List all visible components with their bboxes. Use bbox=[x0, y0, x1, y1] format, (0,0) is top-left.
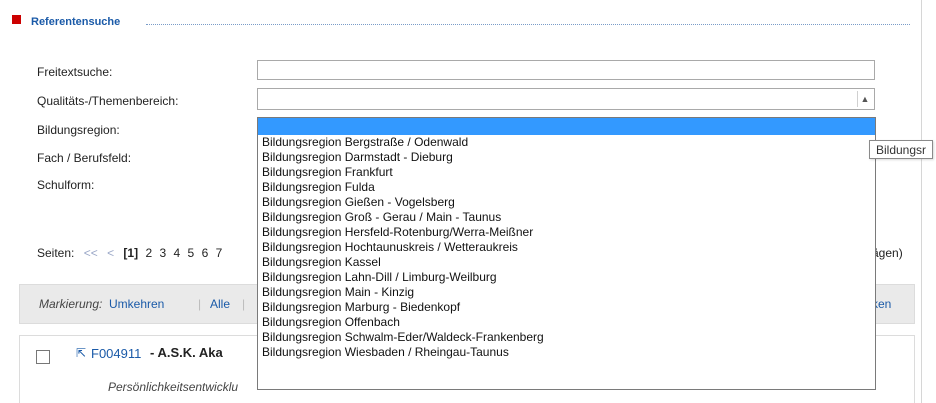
section-divider bbox=[146, 24, 910, 25]
dropdown-option[interactable]: Bildungsregion Wiesbaden / Rheingau-Taun… bbox=[258, 345, 875, 360]
result-subtitle: Persönlichkeitsentwicklu bbox=[108, 380, 239, 394]
dropdown-option[interactable]: Bildungsregion Marburg - Biedenkopf bbox=[258, 300, 875, 315]
pager-label: Seiten: bbox=[37, 246, 75, 260]
select-all-link[interactable]: Alle bbox=[210, 297, 230, 311]
result-checkbox[interactable] bbox=[36, 350, 50, 364]
region-tooltip: Bildungsr bbox=[869, 140, 934, 159]
dropdown-option[interactable]: Bildungsregion Frankfurt bbox=[258, 165, 875, 180]
pager-first-link[interactable]: << bbox=[84, 246, 98, 260]
result-title: - A.S.K. Aka bbox=[150, 345, 223, 360]
pager-current-page: [1] bbox=[123, 246, 139, 260]
schulform-label: Schulform: bbox=[37, 178, 95, 192]
dropdown-option[interactable]: Bildungsregion Darmstadt - Dieburg bbox=[258, 150, 875, 165]
dropdown-option[interactable]: Bildungsregion Lahn-Dill / Limburg-Weilb… bbox=[258, 270, 875, 285]
dropdown-option[interactable]: Bildungsregion Offenbach bbox=[258, 315, 875, 330]
pager-prev-link[interactable]: < bbox=[107, 246, 114, 260]
dropdown-option[interactable]: Bildungsregion Schwalm-Eder/Waldeck-Fran… bbox=[258, 330, 875, 345]
link-separator: | bbox=[242, 297, 246, 311]
result-title-text: A.S.K. Aka bbox=[157, 345, 223, 360]
bildungsregion-dropdown-list[interactable]: Bildungsregion Bergstraße / Odenwald Bil… bbox=[257, 117, 876, 390]
dropdown-option[interactable]: Bildungsregion Bergstraße / Odenwald bbox=[258, 135, 875, 150]
external-link-icon[interactable]: ⇱ bbox=[76, 346, 86, 360]
section-title: Referentensuche bbox=[31, 16, 121, 28]
pager-page-link[interactable]: 6 bbox=[202, 246, 209, 260]
freitext-input[interactable] bbox=[257, 60, 875, 80]
dropdown-option[interactable]: Bildungsregion Hersfeld-Rotenburg/Werra-… bbox=[258, 225, 875, 240]
pager-page-link[interactable]: 2 bbox=[145, 246, 152, 260]
qualitaet-label: Qualitäts-/Themenbereich: bbox=[37, 94, 179, 108]
invert-selection-link[interactable]: Umkehren bbox=[109, 297, 164, 311]
result-id-link[interactable]: F004911 bbox=[91, 346, 141, 361]
dropdown-option[interactable]: Bildungsregion Main - Kinzig bbox=[258, 285, 875, 300]
link-separator: | bbox=[198, 297, 202, 311]
right-border-line bbox=[921, 0, 922, 403]
pager-page-link[interactable]: 3 bbox=[159, 246, 166, 260]
pagination: Seiten: << < [1] 2 3 4 5 6 7 bbox=[37, 246, 226, 260]
result-count-text: ägen) bbox=[872, 246, 903, 260]
marking-label: Markierung: bbox=[39, 297, 103, 311]
dropdown-option[interactable]: Bildungsregion Fulda bbox=[258, 180, 875, 195]
pager-page-link[interactable]: 5 bbox=[188, 246, 195, 260]
fach-label: Fach / Berufsfeld: bbox=[37, 151, 132, 165]
pager-page-link[interactable]: 4 bbox=[174, 246, 181, 260]
select-updown-icon: ▲ bbox=[857, 91, 872, 107]
bildungsregion-label: Bildungsregion: bbox=[37, 123, 120, 137]
qualitaet-select[interactable]: ▲ bbox=[257, 88, 875, 110]
dropdown-option[interactable]: Bildungsregion Groß - Gerau / Main - Tau… bbox=[258, 210, 875, 225]
pager-page-link[interactable]: 7 bbox=[216, 246, 223, 260]
result-dash: - bbox=[150, 345, 155, 360]
dropdown-option[interactable]: Bildungsregion Kassel bbox=[258, 255, 875, 270]
dropdown-option[interactable]: Bildungsregion Hochtaunuskreis / Wettera… bbox=[258, 240, 875, 255]
dropdown-option[interactable]: Bildungsregion Gießen - Vogelsberg bbox=[258, 195, 875, 210]
freitext-label: Freitextsuche: bbox=[37, 65, 113, 79]
dropdown-option-empty[interactable] bbox=[258, 118, 875, 135]
section-marker-icon bbox=[12, 15, 21, 24]
